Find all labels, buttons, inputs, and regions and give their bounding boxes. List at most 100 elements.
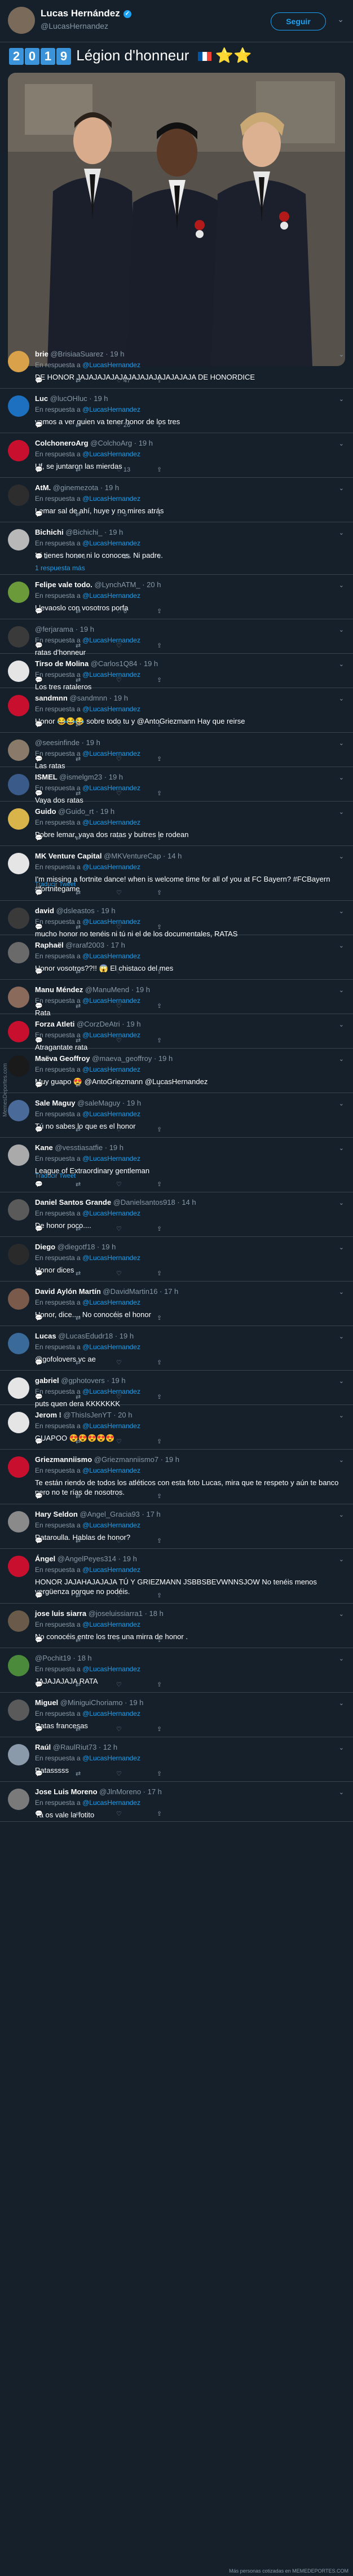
author-name[interactable]: Lucas Hernández ✓ xyxy=(41,8,131,19)
reply-author[interactable]: Jose Luis Moreno @JlnMoreno · 17 h xyxy=(35,1787,162,1796)
reply-icon[interactable]: 💬 xyxy=(35,642,43,649)
reply-avatar[interactable] xyxy=(8,485,29,506)
reply-item[interactable]: Tirso de Molina @Carlos1Q84 · 19 h ⌄ En … xyxy=(0,654,353,691)
reply-to-handle[interactable]: @LucasHernandez xyxy=(82,495,140,503)
reply-item[interactable]: Lucas @LucasEdudr18 · 19 h ⌄ En respuest… xyxy=(0,1326,353,1371)
reply-author[interactable]: Bichichi @Bichichi_ · 19 h xyxy=(35,528,123,536)
share-icon[interactable]: ⇪ xyxy=(157,1359,162,1366)
chevron-down-icon[interactable]: ⌄ xyxy=(339,626,344,633)
reply-avatar[interactable] xyxy=(8,739,29,761)
chevron-down-icon[interactable]: ⌄ xyxy=(339,774,344,781)
reply-to-handle[interactable]: @LucasHernandez xyxy=(82,592,140,600)
chevron-down-icon[interactable]: ⌄ xyxy=(339,1556,344,1563)
chevron-down-icon[interactable]: ⌄ xyxy=(339,739,344,747)
chevron-down-icon[interactable]: ⌄ xyxy=(339,395,344,403)
reply-icon[interactable]: 💬 xyxy=(35,377,43,384)
reply-avatar[interactable] xyxy=(8,1377,29,1399)
reply-author[interactable]: Felipe vale todo. @LynchATM_ · 20 h xyxy=(35,580,161,589)
retweet-icon[interactable]: ⇄ xyxy=(76,968,81,975)
retweet-icon[interactable]: ⇄ xyxy=(76,1081,81,1089)
reply-to-handle[interactable]: @LucasHernandez xyxy=(82,1254,140,1262)
reply-icon[interactable]: 💬 xyxy=(35,1636,43,1644)
retweet-icon[interactable]: ⇄ xyxy=(76,377,81,384)
reply-to-handle[interactable]: @LucasHernandez xyxy=(82,952,140,960)
reply-item[interactable]: ColchoneroArg @ColchoArg · 19 h ⌄ En res… xyxy=(0,433,353,478)
reply-item[interactable]: Kane @vesstiasatfie · 19 h ⌄ En respuest… xyxy=(0,1138,353,1192)
chevron-down-icon[interactable]: ⌄ xyxy=(339,1244,344,1251)
share-icon[interactable]: ⇪ xyxy=(157,1770,162,1777)
reply-avatar[interactable] xyxy=(8,351,29,372)
follow-button[interactable]: Seguir xyxy=(271,12,326,30)
reply-author[interactable]: @ferjarama · 19 h xyxy=(35,625,94,633)
reply-item[interactable]: Maëva Geoffroy @maeva_geoffroy · 19 h ⌄ … xyxy=(0,1049,353,1093)
reply-to-handle[interactable]: @LucasHernandez xyxy=(82,1467,140,1474)
retweet-icon[interactable]: ⇄ xyxy=(76,1002,81,1010)
reply-avatar[interactable] xyxy=(8,1055,29,1077)
retweet-icon[interactable]: ⇄ xyxy=(76,1359,81,1366)
reply-icon[interactable]: 💬 xyxy=(35,1081,43,1089)
reply-avatar[interactable] xyxy=(8,1333,29,1354)
reply-avatar[interactable] xyxy=(8,987,29,1008)
reply-icon[interactable]: 💬 xyxy=(35,1438,43,1445)
share-icon[interactable]: ⇪ xyxy=(157,1270,162,1277)
reply-to-handle[interactable]: @LucasHernandez xyxy=(82,1799,140,1807)
translate-link[interactable]: Traducir Tweet xyxy=(35,1173,76,1179)
reply-author[interactable]: jose luis siarra @joseluissiarra1 · 18 h xyxy=(35,1609,164,1618)
translate-link[interactable]: Traducir Tweet xyxy=(35,881,76,888)
reply-to-handle[interactable]: @LucasHernandez xyxy=(82,539,140,547)
reply-author[interactable]: Manu Méndez @ManuMend · 19 h xyxy=(35,985,150,994)
reply-item[interactable]: Jose Luis Moreno @JlnMoreno · 17 h ⌄ En … xyxy=(0,1782,353,1822)
reply-author[interactable]: Daniel Santos Grande @Danielsantos918 · … xyxy=(35,1198,196,1206)
like-icon[interactable]: ♡ xyxy=(116,1592,122,1599)
retweet-icon[interactable]: ⇄ xyxy=(76,790,81,797)
reply-avatar[interactable] xyxy=(8,1021,29,1042)
reply-author[interactable]: Kane @vesstiasatfie · 19 h xyxy=(35,1143,123,1152)
reply-item[interactable]: gabriel @gphotovers · 19 h ⌄ En respuest… xyxy=(0,1371,353,1408)
reply-to-handle[interactable]: @LucasHernandez xyxy=(82,1521,140,1529)
like-icon[interactable]: ♡ xyxy=(116,889,122,896)
chevron-down-icon[interactable]: ⌄ xyxy=(339,808,344,816)
retweet-icon[interactable]: ⇄ xyxy=(76,642,81,649)
share-icon[interactable]: ⇪ xyxy=(157,1537,162,1544)
retweet-icon[interactable]: ⇄ xyxy=(76,923,81,931)
like-icon[interactable]: ♡ 13 xyxy=(116,466,130,473)
reply-avatar[interactable] xyxy=(8,1288,29,1310)
chevron-down-icon[interactable]: ⌄ xyxy=(339,440,344,447)
like-icon[interactable]: ♡ xyxy=(116,1081,122,1089)
reply-to-handle[interactable]: @LucasHernandez xyxy=(82,1155,140,1162)
reply-author[interactable]: Maëva Geoffroy @maeva_geoffroy · 19 h xyxy=(35,1054,173,1063)
reply-item[interactable]: Jerom ⁝ @ThisIsJenYT · 20 h ⌄ En respues… xyxy=(0,1405,353,1450)
reply-avatar[interactable] xyxy=(8,1100,29,1121)
share-icon[interactable]: ⇪ xyxy=(157,721,162,728)
reply-item[interactable]: sandmnn @sandmnn · 19 h ⌄ En respuesta a… xyxy=(0,688,353,733)
like-icon[interactable]: ♡ 5 xyxy=(116,510,127,518)
reply-to-handle[interactable]: @LucasHernandez xyxy=(82,863,140,871)
reply-avatar[interactable] xyxy=(8,1610,29,1632)
chevron-down-icon[interactable]: ⌄ xyxy=(339,1377,344,1385)
reply-icon[interactable]: 💬 xyxy=(35,421,43,429)
reply-item[interactable]: Manu Méndez @ManuMend · 19 h ⌄ En respue… xyxy=(0,980,353,1017)
reply-icon[interactable]: 💬 xyxy=(35,1359,43,1366)
reply-item[interactable]: Bichichi @Bichichi_ · 19 h ⌄ En respuest… xyxy=(0,522,353,575)
like-icon[interactable]: ♡ xyxy=(116,1537,122,1544)
reply-item[interactable]: David Aylón Martín @DavidMartin16 · 17 h… xyxy=(0,1282,353,1326)
share-icon[interactable]: ⇪ xyxy=(157,790,162,797)
chevron-down-icon[interactable]: ⌄ xyxy=(339,1199,344,1206)
reply-to-handle[interactable]: @LucasHernandez xyxy=(82,450,140,458)
reply-item[interactable]: AtM. @ginemezota · 19 h ⌄ En respuesta a… xyxy=(0,478,353,522)
like-icon[interactable]: ♡ xyxy=(116,1181,122,1188)
chevron-down-icon[interactable]: ⌄ xyxy=(339,660,344,668)
reply-to-handle[interactable]: @LucasHernandez xyxy=(82,1209,140,1217)
chevron-down-icon[interactable]: ⌄ xyxy=(339,1055,344,1063)
reply-item[interactable]: Diego @diegotf18 · 19 h ⌄ En respuesta a… xyxy=(0,1237,353,1282)
reply-to-handle[interactable]: @LucasHernandez xyxy=(82,1665,140,1673)
reply-author[interactable]: David Aylón Martín @DavidMartin16 · 17 h xyxy=(35,1287,178,1296)
like-icon[interactable]: ♡ 26 xyxy=(116,421,130,429)
reply-avatar[interactable] xyxy=(8,1744,29,1765)
like-icon[interactable]: ♡ xyxy=(116,1002,122,1010)
share-icon[interactable]: ⇪ xyxy=(157,968,162,975)
chevron-down-icon[interactable]: ⌄ xyxy=(339,853,344,860)
reply-author[interactable]: Forza Atleti @CorzDeAtri · 19 h xyxy=(35,1020,141,1028)
like-icon[interactable]: ♡ xyxy=(116,968,122,975)
retweet-icon[interactable]: ⇄ xyxy=(76,1681,81,1688)
